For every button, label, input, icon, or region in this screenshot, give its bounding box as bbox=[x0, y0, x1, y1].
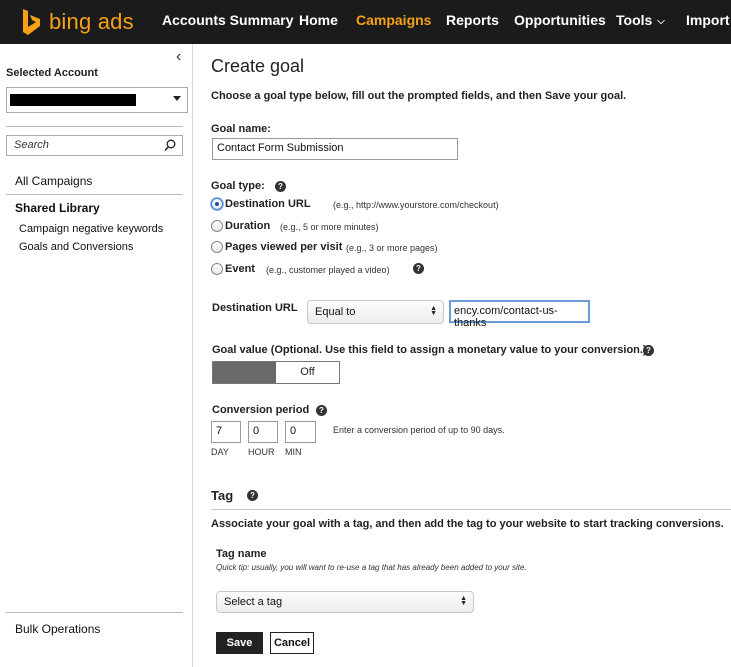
radio-duration[interactable] bbox=[211, 220, 223, 232]
period-hint: Enter a conversion period of up to 90 da… bbox=[333, 425, 505, 435]
sidebar-search-input[interactable]: Search bbox=[6, 135, 183, 156]
account-select[interactable] bbox=[6, 87, 188, 113]
radio-label-destination-url: Destination URL bbox=[225, 198, 311, 210]
radio-pages-viewed[interactable] bbox=[211, 241, 223, 253]
period-min-input[interactable]: 0 bbox=[285, 421, 316, 443]
period-day-input[interactable]: 7 bbox=[211, 421, 241, 443]
radio-hint: (e.g., 3 or more pages) bbox=[346, 243, 438, 253]
radio-label-pages-viewed: Pages viewed per visit bbox=[225, 241, 343, 253]
select-arrows-icon: ▲ ▼ bbox=[460, 595, 467, 607]
chevron-down-icon: ⌵ bbox=[657, 16, 665, 27]
help-icon[interactable]: ? bbox=[275, 181, 286, 192]
sidebar-item-shared-library[interactable]: Shared Library bbox=[15, 201, 100, 215]
unit-hour: HOUR bbox=[248, 447, 275, 457]
goal-value-label: Goal value (Optional. Use this field to … bbox=[212, 344, 647, 356]
tag-heading: Tag bbox=[211, 488, 234, 503]
radio-label-event: Event bbox=[225, 263, 255, 275]
quick-tip: Quick tip: usually, you will want to re-… bbox=[216, 563, 527, 572]
tag-select-placeholder: Select a tag bbox=[224, 596, 283, 608]
select-arrows-icon: ▲ ▼ bbox=[430, 305, 437, 317]
radio-hint: (e.g., http://www.yourstore.com/checkout… bbox=[333, 200, 499, 210]
form-instructions: Choose a goal type below, fill out the p… bbox=[211, 90, 627, 102]
help-icon[interactable]: ? bbox=[316, 405, 327, 416]
nav-accounts-summary[interactable]: Accounts Summary bbox=[162, 12, 293, 28]
nav-tools-label: Tools bbox=[616, 12, 653, 28]
match-type-value: Equal to bbox=[315, 306, 356, 318]
sidebar-item-all-campaigns[interactable]: All Campaigns bbox=[15, 174, 92, 188]
sidebar-item-goals-conversions[interactable]: Goals and Conversions bbox=[19, 241, 133, 253]
conversion-period-label: Conversion period bbox=[212, 404, 310, 416]
nav-import[interactable]: Import C bbox=[686, 12, 731, 28]
dropdown-arrow-icon bbox=[173, 96, 181, 101]
radio-hint: (e.g., customer played a video) bbox=[266, 265, 390, 275]
sidebar-divider bbox=[6, 612, 183, 613]
nav-reports[interactable]: Reports bbox=[446, 12, 499, 28]
help-icon[interactable]: ? bbox=[643, 345, 654, 356]
radio-hint: (e.g., 5 or more minutes) bbox=[280, 222, 379, 232]
nav-home[interactable]: Home bbox=[299, 12, 338, 28]
nav-campaigns[interactable]: Campaigns bbox=[356, 12, 431, 28]
unit-day: DAY bbox=[211, 447, 229, 457]
radio-label-duration: Duration bbox=[225, 220, 271, 232]
radio-event[interactable] bbox=[211, 263, 223, 275]
sidebar-item-bulk-operations[interactable]: Bulk Operations bbox=[15, 622, 100, 636]
toggle-off-label: Off bbox=[276, 362, 339, 383]
selected-account-label: Selected Account bbox=[6, 67, 98, 79]
sidebar-divider bbox=[6, 126, 183, 127]
toggle-track bbox=[213, 362, 276, 383]
sidebar-item-negative-keywords[interactable]: Campaign negative keywords bbox=[19, 223, 163, 235]
search-placeholder: Search bbox=[14, 139, 49, 151]
destination-url-input[interactable]: ency.com/contact-us-thanks bbox=[449, 300, 590, 329]
bing-logo-icon bbox=[21, 8, 41, 36]
create-goal-form: Create goal Choose a goal type below, fi… bbox=[211, 44, 731, 667]
goal-name-label: Goal name: bbox=[211, 123, 271, 135]
help-icon[interactable]: ? bbox=[413, 263, 424, 274]
help-icon[interactable]: ? bbox=[247, 490, 258, 501]
destination-url-label: Destination URL bbox=[212, 302, 298, 314]
top-navigation-bar: bing ads Accounts Summary Home Campaigns… bbox=[0, 0, 731, 44]
brand-name: bing ads bbox=[49, 9, 134, 34]
goal-type-label: Goal type: bbox=[211, 180, 265, 192]
search-icon[interactable] bbox=[164, 139, 176, 152]
tag-name-label: Tag name bbox=[216, 548, 267, 560]
goal-name-input[interactable]: Contact Form Submission bbox=[212, 138, 458, 160]
page-title: Create goal bbox=[211, 56, 305, 76]
radio-destination-url[interactable] bbox=[211, 198, 223, 210]
nav-tools[interactable]: Tools ⌵ bbox=[616, 12, 665, 28]
match-type-select[interactable]: Equal to ▲ ▼ bbox=[307, 300, 444, 324]
unit-min: MIN bbox=[285, 447, 302, 457]
save-button[interactable]: Save bbox=[216, 632, 263, 654]
section-divider bbox=[211, 509, 731, 510]
cancel-button[interactable]: Cancel bbox=[270, 632, 314, 654]
goal-value-toggle[interactable]: Off bbox=[212, 361, 340, 384]
nav-opportunities[interactable]: Opportunities bbox=[514, 12, 606, 28]
sidebar: ‹ Selected Account Search All Campaigns … bbox=[0, 44, 193, 667]
bing-ads-logo[interactable]: bing ads bbox=[21, 7, 134, 37]
collapse-sidebar-icon[interactable]: ‹ bbox=[176, 48, 181, 66]
period-hour-input[interactable]: 0 bbox=[248, 421, 278, 443]
tag-select[interactable]: Select a tag ▲ ▼ bbox=[216, 591, 474, 613]
tag-description: Associate your goal with a tag, and then… bbox=[211, 518, 724, 530]
redacted-account-name bbox=[10, 94, 136, 106]
sidebar-divider bbox=[6, 194, 183, 195]
